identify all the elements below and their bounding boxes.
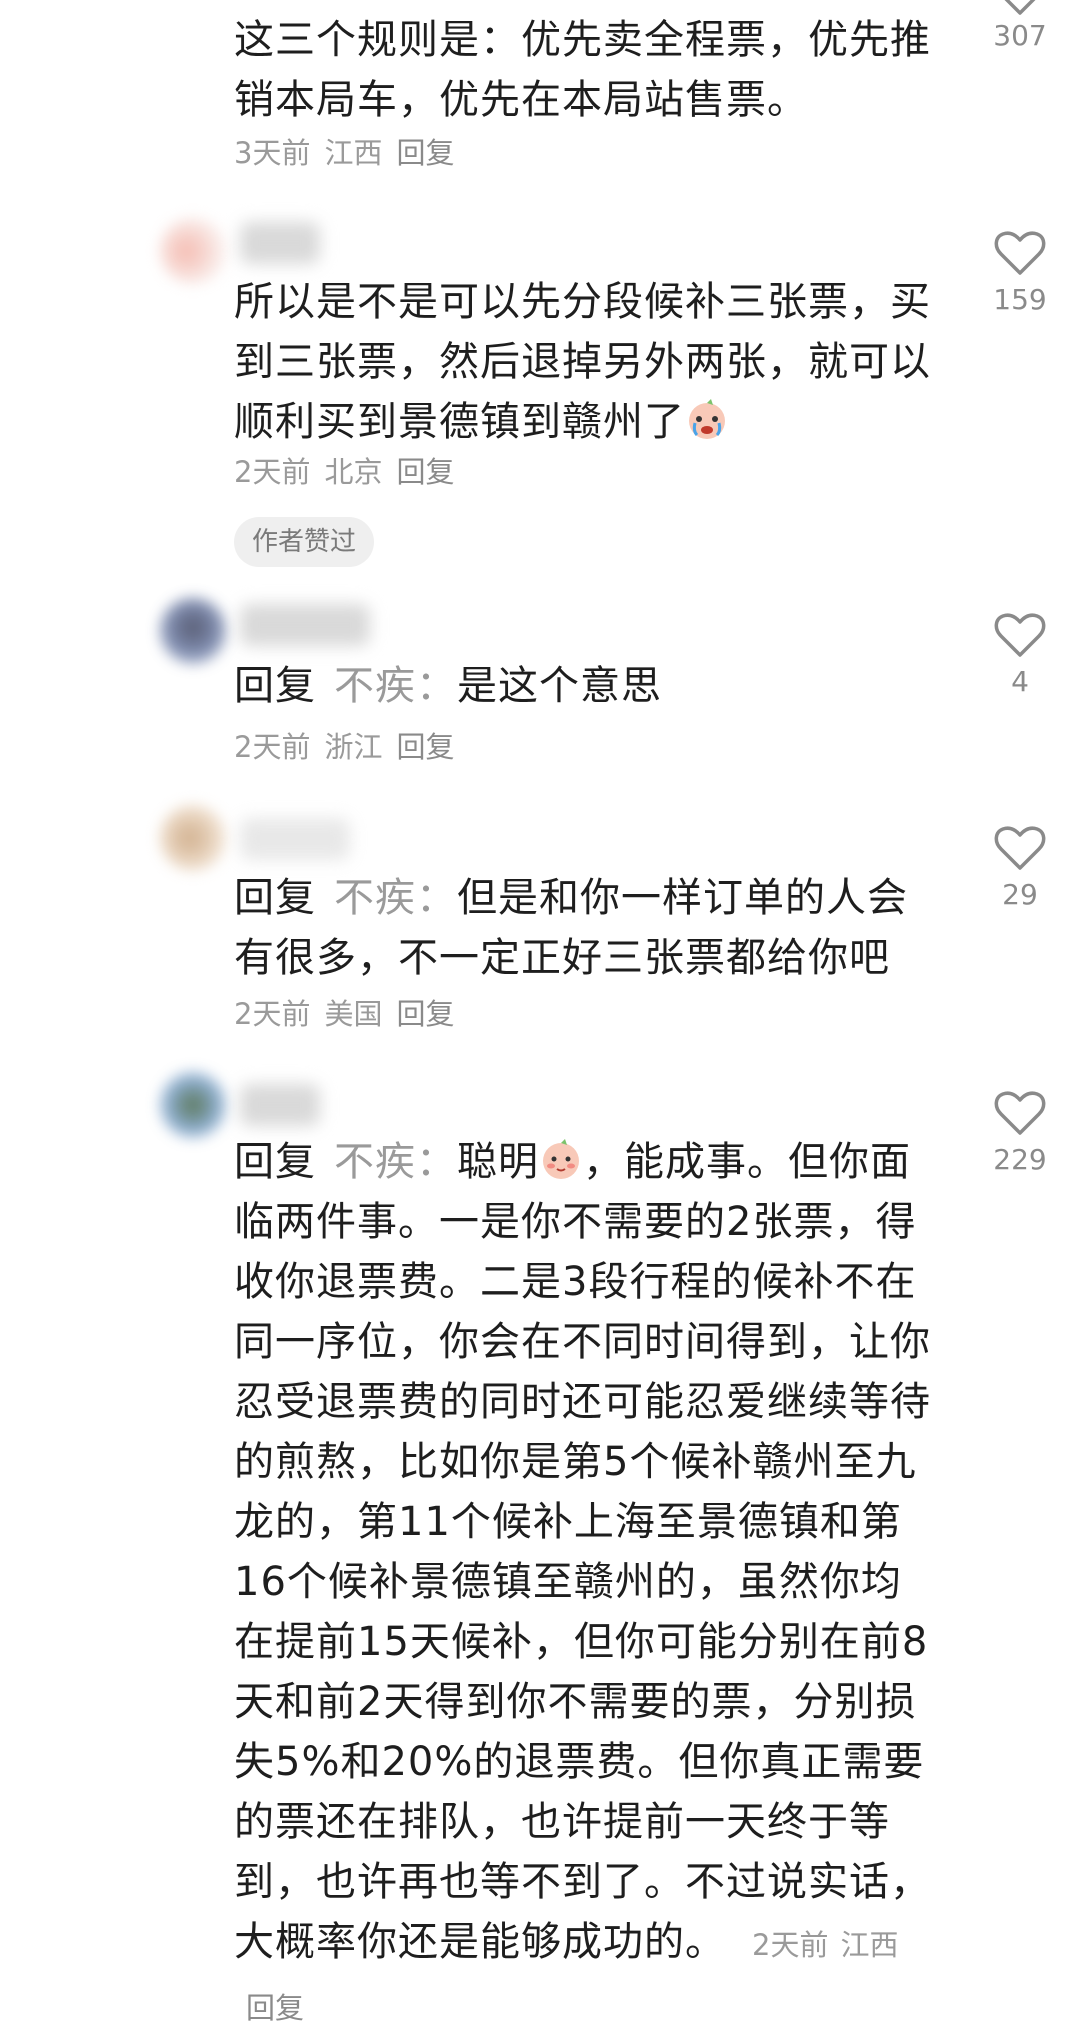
- comment-2-like-count: 159: [993, 283, 1047, 316]
- heart-icon[interactable]: [994, 612, 1046, 658]
- comment-4-text: 回复 不疾：但是和你一样订单的人会有很多，不一定正好三张票都给你吧: [234, 868, 934, 988]
- heart-icon[interactable]: [994, 825, 1046, 871]
- comment-1-reply-button[interactable]: 回复: [396, 136, 454, 170]
- comment-4-location: 美国: [324, 997, 383, 1031]
- comment-1-meta: 3天前 江西 回复: [234, 133, 468, 173]
- crying-face-icon: [689, 399, 725, 439]
- comment-5-location: 江西: [840, 1928, 899, 1962]
- heart-icon[interactable]: [994, 0, 1046, 16]
- comment-5-text: 回复 不疾：聪明 ，能成事。但你面临两件事。一是你不需要的2张票，得收你退票费。二是…: [234, 1132, 934, 2038]
- reply-target[interactable]: 不疾：: [334, 875, 457, 921]
- comment-4-like-count: 29: [1002, 878, 1038, 911]
- comment-4-reply-button[interactable]: 回复: [396, 997, 454, 1031]
- reply-target[interactable]: 不疾：: [334, 1139, 457, 1185]
- username-blurred[interactable]: [240, 1084, 320, 1126]
- comment-3-location: 浙江: [324, 730, 383, 764]
- avatar[interactable]: [160, 598, 226, 664]
- comment-1-text: 这三个规则是：优先卖全程票，优先推销本局车，优先在本局站售票。: [234, 17, 931, 123]
- comment-2-time: 2天前: [234, 455, 311, 489]
- reply-prefix: 回复: [234, 875, 316, 921]
- comment-5-like[interactable]: 229: [985, 1090, 1055, 1180]
- username-blurred[interactable]: [240, 818, 350, 860]
- comment-1-location: 江西: [324, 136, 383, 170]
- reply-prefix: 回复: [234, 663, 316, 709]
- heart-icon[interactable]: [994, 1090, 1046, 1136]
- username-blurred[interactable]: [240, 604, 370, 646]
- comment-2-text: 所以是不是可以先分段候补三张票，买到三张票，然后退掉另外两张，就可以顺利买到景德…: [234, 279, 931, 445]
- comment-3-text: 回复 不疾：是这个意思: [234, 656, 934, 716]
- reply-target[interactable]: 不疾：: [334, 663, 457, 709]
- author-liked-badge: 作者赞过: [234, 517, 375, 567]
- comment-3-like-count: 4: [1011, 665, 1029, 698]
- comment-1-time: 3天前: [234, 136, 311, 170]
- comment-5-body-b: ，能成事。但你面临两件事。一是你不需要的2张票，得收你退票费。二是3段行程的候补…: [234, 1139, 931, 1965]
- comment-4-time: 2天前: [234, 997, 311, 1031]
- comment-1-like-count: 307: [993, 19, 1047, 52]
- avatar[interactable]: [160, 805, 226, 871]
- avatar[interactable]: [160, 218, 226, 284]
- comment-2-meta: 2天前 北京 回复: [234, 452, 468, 492]
- comment-5-like-count: 229: [993, 1143, 1047, 1176]
- comment-5-reply-button[interactable]: 回复: [246, 1991, 304, 2025]
- comment-2-location: 北京: [324, 455, 383, 489]
- comment-2-like[interactable]: 159: [985, 230, 1055, 320]
- comment-3-reply-button[interactable]: 回复: [396, 730, 454, 764]
- avatar[interactable]: [160, 1072, 226, 1138]
- comment-3-time: 2天前: [234, 730, 311, 764]
- comment-4-like[interactable]: 29: [985, 825, 1055, 915]
- comment-3-meta: 2天前 浙江 回复: [234, 727, 468, 767]
- username-blurred[interactable]: [240, 222, 320, 264]
- comment-5-time: 2天前: [752, 1928, 829, 1962]
- comment-3-like[interactable]: 4: [985, 612, 1055, 702]
- reply-prefix: 回复: [234, 1139, 316, 1185]
- comment-5-body-a: 聪明: [457, 1139, 539, 1185]
- comment-3-body: 是这个意思: [457, 663, 662, 709]
- heart-icon[interactable]: [994, 230, 1046, 276]
- comment-1-like[interactable]: 307: [985, 0, 1055, 56]
- comment-2-reply-button[interactable]: 回复: [396, 455, 454, 489]
- comment-4-meta: 2天前 美国 回复: [234, 994, 468, 1034]
- blushing-face-icon: [543, 1139, 579, 1179]
